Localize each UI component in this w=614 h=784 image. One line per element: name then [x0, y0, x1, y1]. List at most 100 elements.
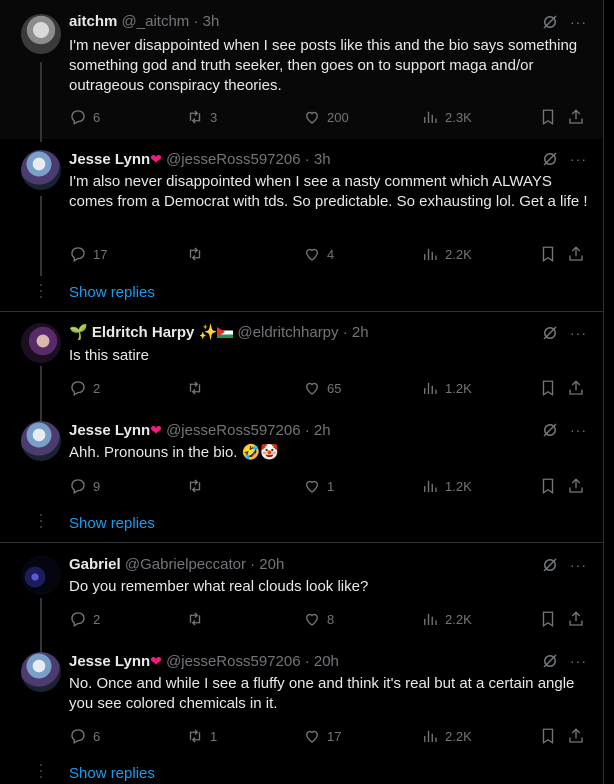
like-icon [303, 108, 321, 126]
reply-button[interactable]: 17 [69, 244, 107, 264]
more-icon[interactable]: ··· [570, 149, 587, 169]
like-icon [303, 727, 321, 745]
avatar[interactable] [21, 150, 61, 190]
like-button[interactable]: 17 [303, 726, 341, 746]
thread-dots [40, 284, 42, 302]
repost-button[interactable] [186, 609, 210, 629]
views-button[interactable]: 1.2K [421, 378, 472, 398]
tweet-text: No. Once and while I see a fluffy one an… [69, 675, 575, 712]
author-handle[interactable]: @jesseRoss597206 · 3h [166, 151, 331, 168]
author-handle[interactable]: @_aitchm · 3h [122, 13, 220, 30]
like-count: 17 [327, 728, 342, 744]
reply-button[interactable]: 2 [69, 378, 100, 398]
reply-count: 2 [93, 380, 101, 396]
bookmark-icon [539, 379, 557, 397]
share-button[interactable] [567, 609, 585, 629]
share-button[interactable] [567, 107, 585, 127]
like-count: 8 [327, 611, 335, 627]
views-count: 2.2K [445, 246, 472, 262]
show-replies-link[interactable]: Show replies [69, 514, 155, 534]
views-count: 2.3K [445, 109, 472, 125]
author-handle[interactable]: @jesseRoss597206 · 20h [166, 653, 339, 670]
avatar[interactable] [21, 652, 61, 692]
repost-button[interactable] [186, 244, 210, 264]
repost-icon [186, 245, 204, 263]
like-icon [303, 477, 321, 495]
bookmark-button[interactable] [539, 609, 557, 629]
views-count: 2.2K [445, 728, 472, 744]
more-icon[interactable]: ··· [570, 12, 587, 32]
views-count: 2.2K [445, 611, 472, 627]
share-button[interactable] [567, 378, 585, 398]
share-button[interactable] [567, 726, 585, 746]
like-button[interactable]: 4 [303, 244, 334, 264]
bookmark-button[interactable] [539, 244, 557, 264]
grok-icon[interactable] [541, 150, 559, 168]
author-handle[interactable]: @eldritchharpy · 2h [237, 324, 368, 341]
avatar[interactable] [21, 555, 61, 595]
action-bar: 6 1 17 2.2K [69, 726, 589, 746]
reply-button[interactable]: 6 [69, 726, 100, 746]
sparkles-emoji: ✨ [198, 324, 218, 341]
bookmark-button[interactable] [539, 378, 557, 398]
show-replies-link[interactable]: Show replies [69, 283, 155, 303]
bookmark-button[interactable] [539, 476, 557, 496]
grok-icon[interactable] [541, 556, 559, 574]
avatar[interactable] [21, 323, 61, 363]
avatar[interactable] [21, 14, 61, 54]
views-button[interactable]: 2.3K [421, 107, 472, 127]
grok-icon[interactable] [541, 13, 559, 31]
grok-icon[interactable] [541, 652, 559, 670]
repost-button[interactable]: 1 [186, 726, 217, 746]
like-count: 65 [327, 380, 342, 396]
reply-button[interactable]: 9 [69, 476, 100, 496]
avatar[interactable] [21, 421, 61, 461]
tweet-header: 🌱 Eldritch Harpy ✨ @eldritchharpy · 2h [69, 323, 369, 343]
reply-button[interactable]: 6 [69, 107, 100, 127]
more-icon[interactable]: ··· [570, 651, 587, 671]
repost-count: 1 [210, 728, 218, 744]
heart-emoji: ❤ [150, 653, 162, 669]
views-button[interactable]: 2.2K [421, 244, 472, 264]
more-icon[interactable]: ··· [570, 555, 587, 575]
repost-icon [186, 727, 204, 745]
reply-button[interactable]: 2 [69, 609, 100, 629]
author-name[interactable]: Gabriel [69, 556, 121, 573]
views-button[interactable]: 2.2K [421, 609, 472, 629]
bookmark-button[interactable] [539, 726, 557, 746]
author-handle[interactable]: @jesseRoss597206 · 2h [166, 422, 331, 439]
like-button[interactable]: 200 [303, 107, 349, 127]
tweet-header: Jesse Lynn❤ @jesseRoss597206 · 3h [69, 149, 331, 170]
author-name[interactable]: Jesse Lynn [69, 422, 150, 439]
author-name[interactable]: Eldritch Harpy [92, 324, 195, 341]
action-bar: 6 3 200 2.3K [69, 107, 589, 127]
repost-button[interactable] [186, 476, 210, 496]
author-name[interactable]: Jesse Lynn [69, 653, 150, 670]
share-icon [567, 379, 585, 397]
like-button[interactable]: 1 [303, 476, 334, 496]
views-button[interactable]: 2.2K [421, 726, 472, 746]
tweet-header: Jesse Lynn❤ @jesseRoss597206 · 20h [69, 651, 339, 672]
share-button[interactable] [567, 476, 585, 496]
show-replies-link[interactable]: Show replies [69, 764, 155, 784]
more-icon[interactable]: ··· [570, 323, 587, 343]
more-icon[interactable]: ··· [570, 420, 587, 440]
bookmark-button[interactable] [539, 107, 557, 127]
author-handle[interactable]: @Gabrielpeccator · 20h [125, 556, 284, 573]
like-button[interactable]: 65 [303, 378, 341, 398]
action-bar: 17 4 2.2K [69, 244, 589, 264]
repost-icon [186, 477, 204, 495]
repost-button[interactable]: 3 [186, 107, 217, 127]
author-name[interactable]: aitchm [69, 13, 117, 30]
tweet-header: aitchm @_aitchm · 3h [69, 12, 219, 32]
reply-count: 9 [93, 478, 101, 494]
like-button[interactable]: 8 [303, 609, 334, 629]
heart-emoji: ❤ [150, 151, 162, 167]
repost-button[interactable] [186, 378, 210, 398]
grok-icon[interactable] [541, 421, 559, 439]
grok-icon[interactable] [541, 324, 559, 342]
reply-count: 17 [93, 246, 108, 262]
author-name[interactable]: Jesse Lynn [69, 151, 150, 168]
views-button[interactable]: 1.2K [421, 476, 472, 496]
share-button[interactable] [567, 244, 585, 264]
